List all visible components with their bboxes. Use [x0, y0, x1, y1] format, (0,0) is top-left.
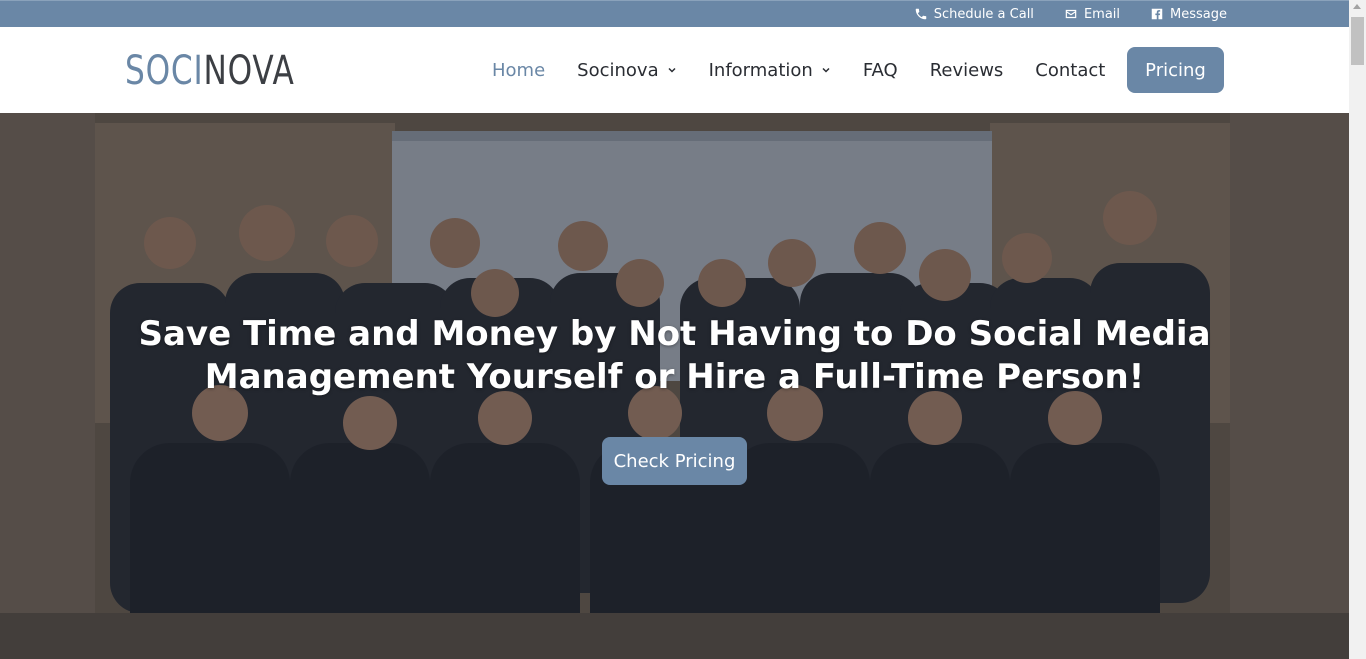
email-link[interactable]: Email	[1064, 7, 1120, 22]
check-pricing-button[interactable]: Check Pricing	[602, 437, 747, 485]
nav-information[interactable]: Information	[709, 60, 831, 81]
pricing-button[interactable]: Pricing	[1127, 47, 1224, 93]
hero-title-line2: Management Yourself or Hire a Full-Time …	[204, 357, 1145, 397]
nav-socinova[interactable]: Socinova	[577, 60, 676, 81]
nav-faq-label: FAQ	[862, 59, 898, 81]
email-label: Email	[1083, 6, 1121, 22]
nav-reviews-label: Reviews	[929, 59, 1004, 81]
nav-home[interactable]: Home	[492, 60, 545, 81]
scroll-up-arrow-icon[interactable]	[1353, 4, 1361, 9]
nav-contact[interactable]: Contact	[1035, 60, 1105, 81]
message-link[interactable]: Message	[1150, 7, 1227, 22]
facebook-icon	[1151, 8, 1163, 20]
hero-section: Save Time and Money by Not Having to Do …	[0, 113, 1349, 659]
chevron-down-icon	[668, 67, 676, 73]
nav-contact-label: Contact	[1035, 59, 1106, 81]
socinova-logo[interactable]: SOCINOVA	[125, 51, 295, 91]
schedule-call-label: Schedule a Call	[933, 6, 1034, 22]
nav-information-label: Information	[708, 59, 813, 81]
logo-part-nova: NOVA	[203, 48, 295, 94]
nav-home-label: Home	[492, 59, 546, 81]
logo-part-soci: SOCI	[125, 48, 204, 94]
envelope-icon	[1065, 9, 1077, 19]
scroll-thumb[interactable]	[1351, 17, 1364, 65]
phone-icon	[915, 8, 926, 20]
nav-reviews[interactable]: Reviews	[930, 60, 1004, 81]
nav-socinova-label: Socinova	[577, 59, 659, 81]
hero-title: Save Time and Money by Not Having to Do …	[0, 313, 1349, 399]
top-utility-bar: Schedule a Call Email Message	[0, 0, 1349, 27]
hero-title-line1: Save Time and Money by Not Having to Do …	[138, 314, 1211, 354]
schedule-call-link[interactable]: Schedule a Call	[914, 7, 1034, 22]
site-header: SOCINOVA Home Socinova Information FAQ R…	[0, 27, 1349, 113]
chevron-down-icon	[822, 67, 830, 73]
message-label: Message	[1170, 6, 1227, 22]
main-nav: Home Socinova Information FAQ Reviews Co…	[492, 27, 1137, 113]
page-scrollbar[interactable]	[1349, 0, 1366, 659]
nav-faq[interactable]: FAQ	[863, 60, 898, 81]
